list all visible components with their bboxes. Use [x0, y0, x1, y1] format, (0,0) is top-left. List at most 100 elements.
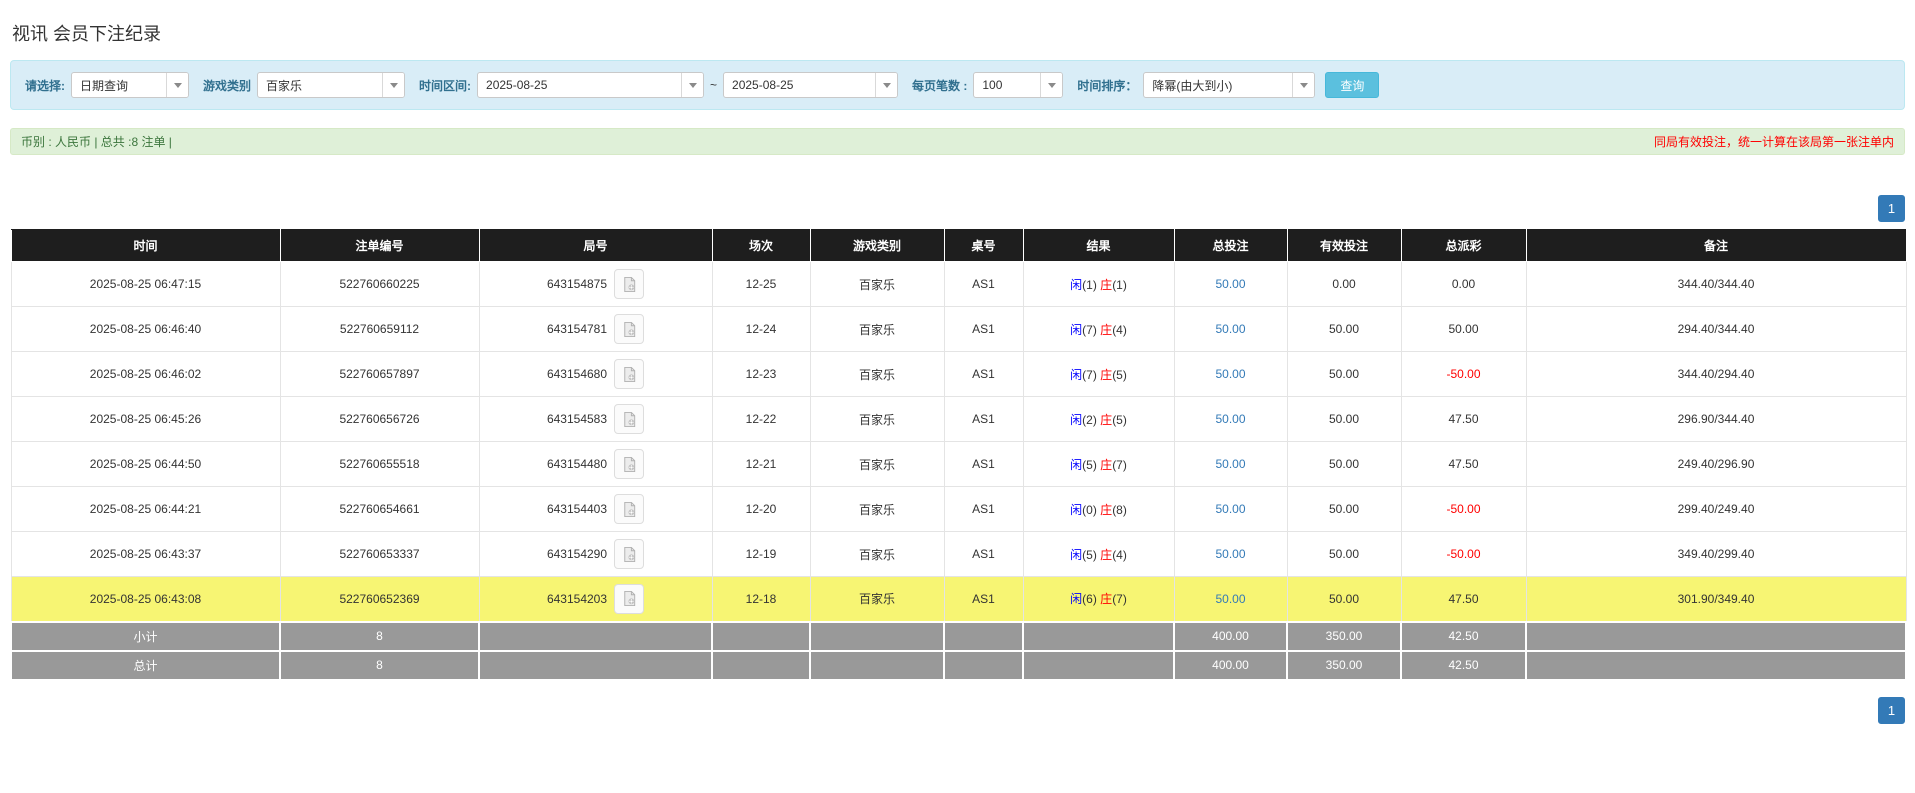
game-type-filter-label: 游戏类别 — [203, 77, 251, 94]
time-sort-select[interactable]: 降幂(由大到小) — [1143, 72, 1315, 98]
range-separator: ~ — [710, 78, 717, 92]
banker-result-count: (4) — [1112, 548, 1127, 562]
game-type-cell: 百家乐 — [810, 307, 944, 352]
banker-result-count: (8) — [1112, 503, 1127, 517]
session-cell: 12-20 — [712, 487, 810, 532]
video-replay-icon — [621, 456, 638, 473]
banker-result-label: 庄 — [1100, 592, 1112, 606]
banker-result-count: (1) — [1112, 278, 1127, 292]
player-result-count: (5) — [1082, 548, 1097, 562]
total-bet-link[interactable]: 50.00 — [1215, 367, 1245, 381]
footer-empty-cell — [810, 651, 944, 680]
column-header-7: 结果 — [1023, 230, 1174, 262]
round-cell: 643154403 — [479, 487, 712, 532]
pagination-top: 1 — [10, 195, 1905, 222]
chevron-down-icon[interactable] — [382, 73, 404, 97]
session-cell: 12-24 — [712, 307, 810, 352]
banker-result-label: 庄 — [1100, 413, 1112, 427]
video-replay-button[interactable] — [614, 359, 644, 389]
session-cell: 12-23 — [712, 352, 810, 397]
round-number: 643154403 — [547, 502, 607, 516]
page-1-button[interactable]: 1 — [1878, 195, 1905, 222]
column-header-4: 场次 — [712, 230, 810, 262]
game-type-cell: 百家乐 — [810, 577, 944, 622]
total-bet-cell: 50.00 — [1174, 397, 1287, 442]
column-header-1: 时间 — [11, 230, 280, 262]
valid-bet-cell: 50.00 — [1287, 442, 1401, 487]
table-number-cell: AS1 — [944, 577, 1023, 622]
round-number: 643154290 — [547, 547, 607, 561]
date-to-select[interactable]: 2025-08-25 — [723, 72, 898, 98]
video-replay-button[interactable] — [614, 314, 644, 344]
video-replay-button[interactable] — [614, 494, 644, 524]
time-cell: 2025-08-25 06:43:08 — [11, 577, 280, 622]
banker-result-label: 庄 — [1100, 548, 1112, 562]
note-cell: 249.40/296.90 — [1526, 442, 1906, 487]
betting-table-footer: 小计8400.00350.0042.50总计8400.00350.0042.50 — [11, 622, 1906, 680]
total-bet-link[interactable]: 50.00 — [1215, 457, 1245, 471]
footer-empty-cell — [1023, 651, 1174, 680]
player-result-count: (2) — [1082, 413, 1097, 427]
payout-cell: 50.00 — [1401, 307, 1526, 352]
chevron-down-icon[interactable] — [681, 73, 703, 97]
bet-number-cell: 522760659112 — [280, 307, 479, 352]
footer-count-cell: 8 — [280, 651, 479, 680]
note-cell: 299.40/249.40 — [1526, 487, 1906, 532]
footer-empty-cell — [944, 651, 1023, 680]
video-replay-button[interactable] — [614, 404, 644, 434]
column-header-9: 有效投注 — [1287, 230, 1401, 262]
player-result-count: (6) — [1082, 592, 1097, 606]
video-replay-button[interactable] — [614, 449, 644, 479]
video-replay-icon — [621, 366, 638, 383]
game-type-cell: 百家乐 — [810, 487, 944, 532]
query-type-select[interactable]: 日期查询 — [71, 72, 189, 98]
payout-cell: 47.50 — [1401, 397, 1526, 442]
chevron-down-icon[interactable] — [1040, 73, 1062, 97]
game-type-select[interactable]: 百家乐 — [257, 72, 405, 98]
total-bet-link[interactable]: 50.00 — [1215, 592, 1245, 606]
footer-valid-bet-cell: 350.00 — [1287, 651, 1401, 680]
total-bet-link[interactable]: 50.00 — [1215, 322, 1245, 336]
video-replay-icon — [621, 321, 638, 338]
player-result-label: 闲 — [1070, 458, 1082, 472]
footer-label-cell: 总计 — [11, 651, 280, 680]
valid-bet-cell: 50.00 — [1287, 307, 1401, 352]
result-cell: 闲(1) 庄(1) — [1023, 262, 1174, 307]
total-bet-link[interactable]: 50.00 — [1215, 502, 1245, 516]
time-sort-filter-label: 时间排序： — [1077, 77, 1137, 94]
footer-payout-cell: 42.50 — [1401, 651, 1526, 680]
session-cell: 12-19 — [712, 532, 810, 577]
chevron-down-icon[interactable] — [875, 73, 897, 97]
table-row: 2025-08-25 06:44:50522760655518643154480… — [11, 442, 1906, 487]
video-replay-button[interactable] — [614, 269, 644, 299]
banker-result-count: (4) — [1112, 323, 1127, 337]
chevron-down-icon[interactable] — [1292, 73, 1314, 97]
chevron-down-icon[interactable] — [166, 73, 188, 97]
round-number: 643154680 — [547, 367, 607, 381]
time-cell: 2025-08-25 06:43:37 — [11, 532, 280, 577]
bet-number-cell: 522760654661 — [280, 487, 479, 532]
result-cell: 闲(7) 庄(5) — [1023, 352, 1174, 397]
total-bet-link[interactable]: 50.00 — [1215, 412, 1245, 426]
banker-result-label: 庄 — [1100, 368, 1112, 382]
round-number: 643154203 — [547, 592, 607, 606]
table-number-cell: AS1 — [944, 487, 1023, 532]
video-replay-button[interactable] — [614, 584, 644, 614]
page-size-select[interactable]: 100 — [973, 72, 1063, 98]
payout-cell: -50.00 — [1401, 352, 1526, 397]
date-from-value: 2025-08-25 — [478, 73, 681, 97]
round-cell: 643154480 — [479, 442, 712, 487]
video-replay-icon — [621, 276, 638, 293]
banker-result-count: (5) — [1112, 413, 1127, 427]
query-button[interactable]: 查询 — [1325, 72, 1379, 98]
table-number-cell: AS1 — [944, 532, 1023, 577]
date-from-select[interactable]: 2025-08-25 — [477, 72, 704, 98]
video-replay-button[interactable] — [614, 539, 644, 569]
total-bet-link[interactable]: 50.00 — [1215, 547, 1245, 561]
round-cell: 643154875 — [479, 262, 712, 307]
valid-bet-cell: 50.00 — [1287, 532, 1401, 577]
bet-number-cell: 522760656726 — [280, 397, 479, 442]
payout-cell: 47.50 — [1401, 577, 1526, 622]
page-1-button[interactable]: 1 — [1878, 697, 1905, 724]
total-bet-link[interactable]: 50.00 — [1215, 277, 1245, 291]
